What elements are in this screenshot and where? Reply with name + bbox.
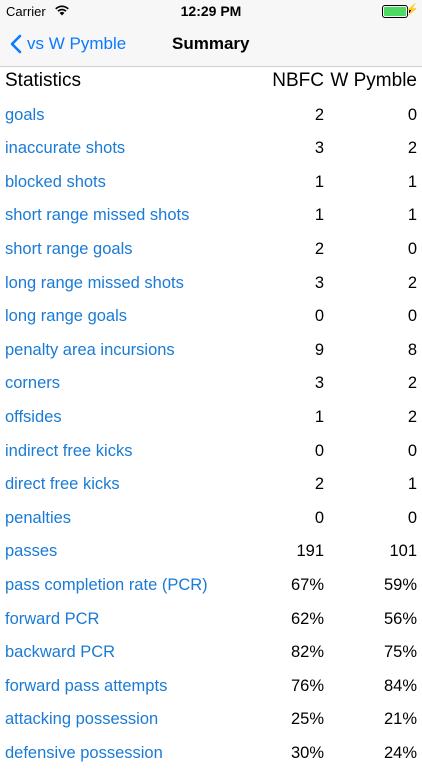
team1-value: 9: [314, 340, 324, 359]
table-row[interactable]: forward PCR 62% 56%: [0, 604, 422, 638]
navigation-bar: vs W Pymble Summary: [0, 22, 422, 67]
team1-value: 30%: [290, 743, 324, 762]
team1-value: 191: [296, 542, 324, 561]
stat-label[interactable]: forward pass attempts: [5, 677, 167, 696]
team1-value: 0: [314, 508, 324, 527]
back-button[interactable]: vs W Pymble: [10, 22, 126, 66]
status-bar: Carrier 12:29 PM ⚡: [0, 0, 422, 22]
team1-value: 2: [314, 105, 324, 124]
table-row[interactable]: long range goals 0 0: [0, 301, 422, 335]
table-row[interactable]: short range goals 2 0: [0, 234, 422, 268]
table-row[interactable]: long range missed shots 3 2: [0, 268, 422, 302]
header-team1: NBFC: [272, 70, 324, 91]
stat-label[interactable]: short range goals: [5, 240, 133, 259]
page-title: Summary: [172, 34, 250, 53]
stat-label[interactable]: penalty area incursions: [5, 341, 175, 360]
team2-value: 2: [407, 139, 417, 158]
table-row[interactable]: backward PCR 82% 75%: [0, 637, 422, 671]
team2-value: 2: [407, 407, 417, 426]
stat-label[interactable]: penalties: [5, 509, 71, 528]
table-row[interactable]: direct free kicks 2 1: [0, 469, 422, 503]
team2-value: 0: [407, 441, 417, 460]
back-label: vs W Pymble: [27, 34, 127, 53]
table-row[interactable]: offsides 1 2: [0, 402, 422, 436]
table-row[interactable]: blocked shots 1 1: [0, 167, 422, 201]
team1-value: 2: [314, 475, 324, 494]
team1-value: 62%: [290, 609, 324, 628]
table-row[interactable]: short range missed shots 1 1: [0, 200, 422, 234]
stat-label[interactable]: long range goals: [5, 307, 127, 326]
stat-label[interactable]: forward PCR: [5, 610, 99, 629]
team2-value: 2: [407, 273, 417, 292]
stat-label[interactable]: inaccurate shots: [5, 139, 125, 158]
team1-value: 1: [314, 172, 324, 191]
team2-value: 84%: [383, 676, 417, 695]
team2-value: 8: [407, 340, 417, 359]
table-row[interactable]: pass completion rate (PCR) 67% 59%: [0, 570, 422, 604]
team2-value: 56%: [383, 609, 417, 628]
stat-label[interactable]: pass completion rate (PCR): [5, 576, 208, 595]
team2-value: 1: [407, 172, 417, 191]
table-row[interactable]: goals 2 0: [0, 100, 422, 134]
header-team2: W Pymble: [330, 70, 417, 91]
table-row[interactable]: passes 191 101: [0, 536, 422, 570]
team1-value: 0: [314, 441, 324, 460]
team1-value: 25%: [290, 710, 324, 729]
team2-value: 0: [407, 307, 417, 326]
team1-value: 3: [314, 139, 324, 158]
stat-label[interactable]: long range missed shots: [5, 274, 184, 293]
table-row[interactable]: penalty area incursions 9 8: [0, 335, 422, 369]
team2-value: 0: [407, 239, 417, 258]
stat-label[interactable]: passes: [5, 542, 57, 561]
team1-value: 76%: [290, 676, 324, 695]
team2-value: 59%: [383, 575, 417, 594]
table-row[interactable]: inaccurate shots 3 2: [0, 133, 422, 167]
stat-label[interactable]: offsides: [5, 408, 62, 427]
team1-value: 67%: [290, 575, 324, 594]
team2-value: 2: [407, 374, 417, 393]
stat-label[interactable]: goals: [5, 106, 44, 125]
table-row[interactable]: forward pass attempts 76% 84%: [0, 671, 422, 705]
stat-label[interactable]: corners: [5, 374, 60, 393]
status-time: 12:29 PM: [180, 3, 242, 19]
team1-value: 3: [314, 273, 324, 292]
team1-value: 82%: [290, 643, 324, 662]
table-row[interactable]: corners 3 2: [0, 368, 422, 402]
table-row[interactable]: penalties 0 0: [0, 503, 422, 537]
team2-value: 0: [407, 105, 417, 124]
team2-value: 1: [407, 206, 417, 225]
table-row[interactable]: attacking possession 25% 21%: [0, 704, 422, 738]
team2-value: 21%: [383, 710, 417, 729]
team2-value: 24%: [383, 743, 417, 762]
team2-value: 75%: [383, 643, 417, 662]
battery-icon: [382, 5, 408, 18]
header-statistics: Statistics: [5, 70, 82, 91]
table-row[interactable]: defensive possession 30% 24%: [0, 738, 422, 771]
stat-label[interactable]: blocked shots: [5, 173, 106, 192]
team1-value: 1: [314, 407, 324, 426]
team2-value: 0: [407, 508, 417, 527]
chevron-left-icon: [10, 34, 22, 54]
team2-value: 1: [407, 475, 417, 494]
stat-label[interactable]: direct free kicks: [5, 475, 120, 494]
team1-value: 3: [314, 374, 324, 393]
team1-value: 1: [314, 206, 324, 225]
team2-value: 101: [389, 542, 417, 561]
table-row[interactable]: indirect free kicks 0 0: [0, 436, 422, 470]
table-header: Statistics NBFC W Pymble: [0, 66, 422, 100]
stat-label[interactable]: indirect free kicks: [5, 442, 132, 461]
stat-label[interactable]: attacking possession: [5, 710, 158, 729]
stat-label[interactable]: short range missed shots: [5, 206, 189, 225]
team1-value: 0: [314, 307, 324, 326]
stat-label[interactable]: defensive possession: [5, 744, 163, 763]
team1-value: 2: [314, 239, 324, 258]
statistics-table: Statistics NBFC W Pymble goals 2 0 inaccura…: [0, 66, 422, 771]
stat-label[interactable]: backward PCR: [5, 643, 115, 662]
bolt-icon: ⚡: [405, 4, 419, 16]
